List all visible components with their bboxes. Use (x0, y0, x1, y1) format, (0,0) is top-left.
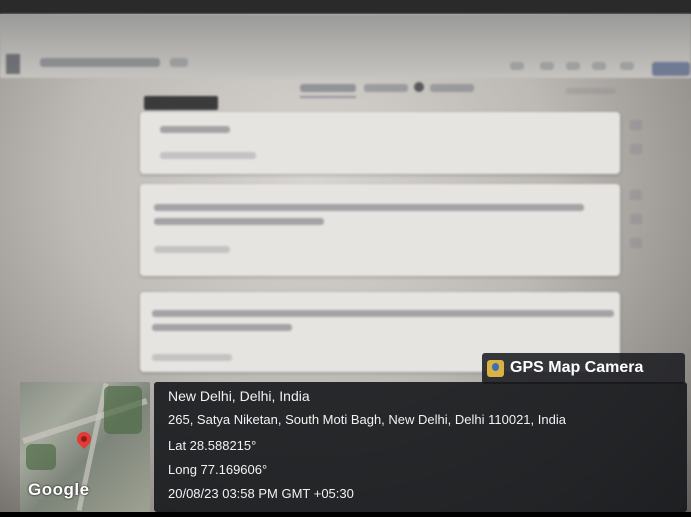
form-description-blur (160, 152, 256, 159)
map-park (26, 444, 56, 470)
question-1-text-line-1 (154, 204, 584, 211)
redo-icon (592, 62, 606, 70)
tab-underline (300, 96, 356, 98)
import-icon (630, 144, 642, 154)
question-1-text-line-2 (154, 218, 324, 225)
app-logo-icon (6, 54, 20, 74)
question-2-text-line-2 (152, 324, 292, 331)
gps-badge-label: GPS Map Camera (510, 359, 644, 376)
palette-icon (510, 62, 524, 70)
gps-map-camera-badge: GPS Map Camera (482, 353, 685, 384)
longitude: Long 77.169606° (168, 462, 268, 477)
response-count-badge (414, 82, 424, 92)
photo-top-edge (0, 0, 691, 14)
send-button (652, 62, 690, 76)
image-icon (630, 214, 642, 224)
gps-map-camera-icon (487, 360, 504, 377)
more-icon (620, 62, 634, 70)
location-panel: New Delhi, Delhi, India 265, Satya Niket… (154, 382, 687, 512)
tab-questions (300, 84, 356, 92)
map-park (104, 386, 142, 434)
tab-settings (430, 84, 474, 92)
question-2-text-line-1 (152, 310, 614, 317)
tab-responses (364, 84, 408, 92)
question-1-answer-placeholder (154, 246, 230, 253)
form-header-card (140, 112, 620, 174)
doc-title-blur (40, 58, 160, 67)
timestamp: 20/08/23 03:58 PM GMT +05:30 (168, 486, 354, 501)
question-2-answer-placeholder (152, 354, 232, 361)
star-icon (170, 58, 188, 67)
address: 265, Satya Niketan, South Moti Bagh, New… (168, 412, 566, 427)
preview-icon (540, 62, 554, 70)
photo-bottom-edge (0, 512, 691, 517)
form-title-blur (160, 126, 230, 133)
add-question-icon (630, 120, 642, 130)
location-stamp: Google New Delhi, Delhi, India 265, Saty… (20, 382, 687, 512)
form-tabs (300, 82, 480, 100)
video-icon (630, 238, 642, 248)
question-card-1 (140, 184, 620, 276)
google-logo: Google (28, 480, 90, 499)
undo-icon (566, 62, 580, 70)
photo: GPS Map Camera Google New Delhi, Delhi, … (0, 0, 691, 517)
app-toolbar (0, 14, 691, 78)
map-thumbnail: Google (20, 382, 150, 512)
total-points (566, 88, 616, 94)
title-icon (630, 190, 642, 200)
section-chip (144, 96, 218, 110)
place-name: New Delhi, Delhi, India (168, 388, 310, 404)
latitude: Lat 28.588215° (168, 438, 257, 453)
